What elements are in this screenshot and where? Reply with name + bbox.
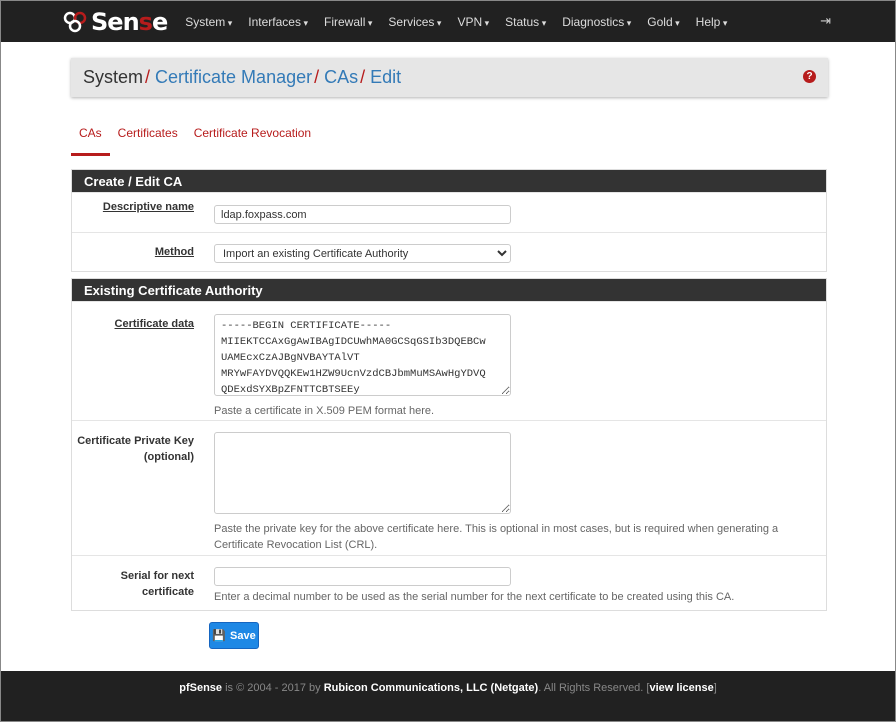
- tab-bar: CAs Certificates Certificate Revocation: [71, 119, 319, 156]
- main-menu: System Interfaces Firewall Services VPN …: [177, 15, 735, 29]
- logo-rings-icon: [63, 11, 87, 32]
- create-edit-ca-panel: Create / Edit CA Descriptive name Method…: [71, 169, 827, 272]
- descriptive-name-input[interactable]: [214, 205, 511, 224]
- tab-certificate-revocation[interactable]: Certificate Revocation: [186, 119, 319, 156]
- certificate-data-label: Certificate data: [114, 318, 194, 330]
- menu-status[interactable]: Status: [497, 15, 554, 29]
- company-link[interactable]: Rubicon Communications, LLC (Netgate): [324, 682, 539, 694]
- help-icon[interactable]: ?: [803, 70, 816, 83]
- serial-label: Serial for next certificate: [120, 570, 194, 598]
- breadcrumb: System / Certificate Manager / CAs / Edit ?: [71, 58, 828, 97]
- menu-services[interactable]: Services: [380, 15, 449, 29]
- menu-vpn[interactable]: VPN: [449, 15, 497, 29]
- menu-gold[interactable]: Gold: [639, 15, 687, 29]
- menu-system[interactable]: System: [177, 15, 240, 29]
- menu-interfaces[interactable]: Interfaces: [240, 15, 316, 29]
- serial-hint: Enter a decimal number to be used as the…: [214, 591, 735, 603]
- tab-cas[interactable]: CAs: [71, 119, 110, 156]
- method-select[interactable]: Import an existing Certificate Authority: [214, 244, 511, 263]
- descriptive-name-label: Descriptive name: [102, 201, 194, 213]
- save-button[interactable]: 💾 Save: [209, 622, 259, 649]
- method-label: Method: [154, 246, 194, 258]
- menu-diagnostics[interactable]: Diagnostics: [554, 15, 639, 29]
- tab-certificates[interactable]: Certificates: [110, 119, 186, 156]
- save-icon: 💾: [212, 630, 226, 642]
- private-key-textarea[interactable]: [214, 432, 511, 514]
- footer: pfSense is © 2004 - 2017 by Rubicon Comm…: [1, 671, 895, 721]
- private-key-hint: Paste the private key for the above cert…: [214, 523, 779, 551]
- private-key-label: Certificate Private Key (optional): [77, 435, 194, 463]
- certificate-data-textarea[interactable]: -----BEGIN CERTIFICATE----- MIIEKTCCAxGg…: [214, 314, 511, 396]
- menu-firewall[interactable]: Firewall: [316, 15, 380, 29]
- breadcrumb-edit[interactable]: Edit: [370, 67, 401, 88]
- breadcrumb-cas[interactable]: CAs: [324, 67, 358, 88]
- top-navbar: Sense System Interfaces Firewall Service…: [1, 1, 895, 42]
- breadcrumb-certificate-manager[interactable]: Certificate Manager: [155, 67, 312, 88]
- existing-ca-panel: Existing Certificate Authority Certifica…: [71, 278, 827, 611]
- serial-input[interactable]: [214, 567, 511, 586]
- breadcrumb-root: System: [83, 67, 144, 87]
- pfsense-logo[interactable]: Sense: [63, 8, 168, 36]
- menu-help[interactable]: Help: [688, 15, 736, 29]
- panel-title: Create / Edit CA: [72, 170, 826, 192]
- logout-icon[interactable]: ⇥: [820, 13, 831, 29]
- panel-title: Existing Certificate Authority: [72, 279, 826, 301]
- view-license-link[interactable]: view license: [649, 682, 713, 694]
- certificate-data-hint: Paste a certificate in X.509 PEM format …: [214, 405, 435, 417]
